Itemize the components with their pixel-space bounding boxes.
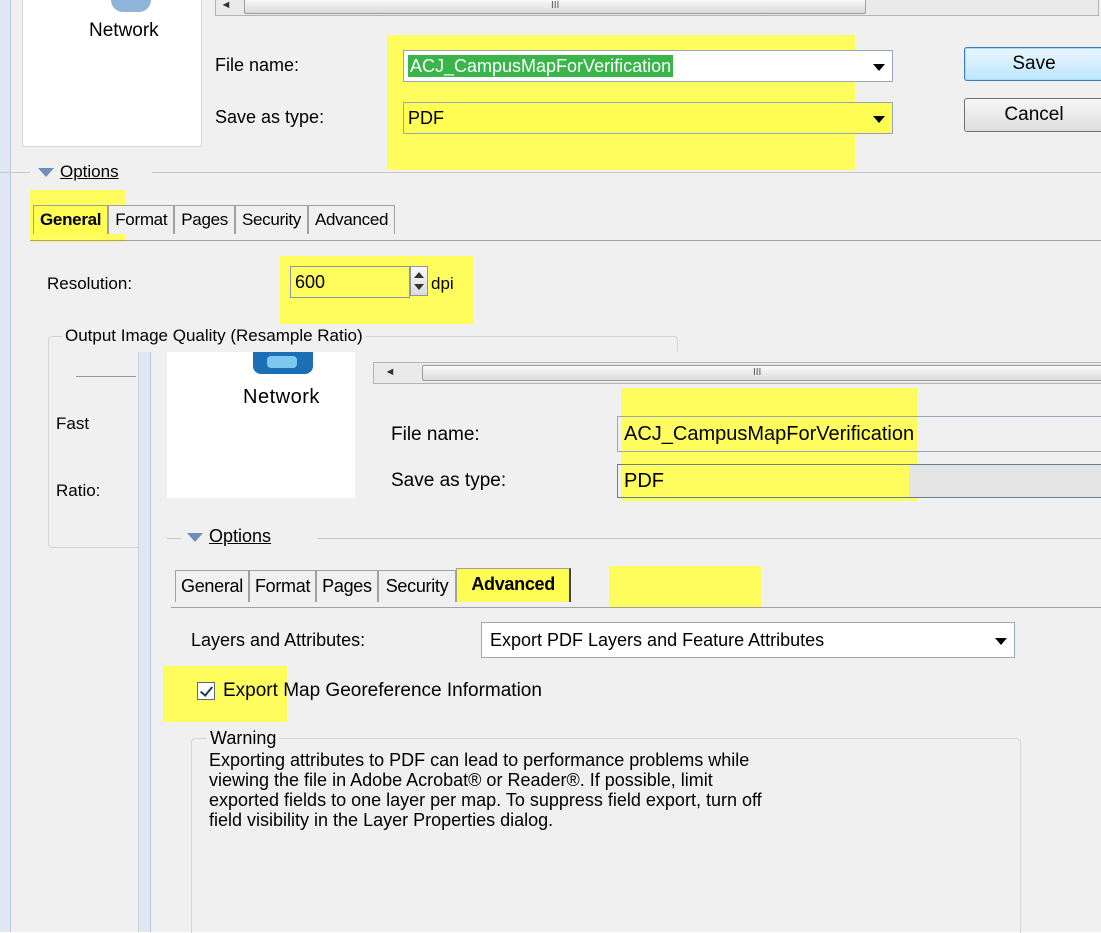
save-as-type-label: Save as type: xyxy=(391,470,507,491)
options-tabs: General Format Pages Security Advanced xyxy=(33,205,396,234)
horizontal-scrollbar[interactable]: ◄ III xyxy=(373,362,1101,384)
left-border xyxy=(139,352,151,932)
spin-up-icon[interactable] xyxy=(414,272,424,278)
resolution-value: 600 xyxy=(295,272,326,292)
tab-general[interactable]: General xyxy=(175,570,249,602)
scroll-grip: III xyxy=(551,0,560,11)
network-icon xyxy=(111,0,151,12)
georef-label: Export Map Georeference Information xyxy=(223,680,542,701)
options-divider xyxy=(317,538,1101,539)
save-as-type-select[interactable]: PDF xyxy=(403,102,893,134)
collapse-triangle-icon xyxy=(187,532,203,542)
scroll-left-icon[interactable]: ◄ xyxy=(218,0,234,12)
resolution-input[interactable]: 600 xyxy=(290,266,410,298)
options-divider-left xyxy=(167,538,181,539)
file-name-label: File name: xyxy=(391,424,480,445)
left-border xyxy=(0,0,11,932)
layers-attributes-select[interactable]: Export PDF Layers and Feature Attributes xyxy=(481,622,1015,658)
collapse-triangle-icon xyxy=(38,168,54,178)
tab-format[interactable]: Format xyxy=(248,570,317,602)
options-toggle[interactable]: Options xyxy=(183,526,271,547)
warning-title: Warning xyxy=(207,728,280,749)
scroll-thumb[interactable]: III xyxy=(422,365,1101,381)
options-divider xyxy=(152,172,1101,173)
tab-pages[interactable]: Pages xyxy=(316,570,378,602)
tab-pages[interactable]: Pages xyxy=(174,205,235,234)
ratio-label: Ratio: xyxy=(56,481,101,500)
options-toggle[interactable]: Options xyxy=(34,162,119,182)
file-name-value: ACJ_CampusMapForVerification xyxy=(624,423,915,445)
file-name-label: File name: xyxy=(215,55,300,75)
tab-panel-border xyxy=(171,607,1101,608)
options-label: Options xyxy=(60,162,119,181)
navigation-pane[interactable]: Network xyxy=(167,352,355,498)
options-label: Options xyxy=(209,526,272,546)
navigation-pane[interactable]: Network xyxy=(22,0,202,147)
highlight-advanced-tab xyxy=(609,566,761,608)
output-quality-title: Output Image Quality (Resample Ratio) xyxy=(62,326,366,346)
file-name-input[interactable]: ACJ_CampusMapForVerification xyxy=(617,416,1101,452)
nav-item-network[interactable]: Network xyxy=(89,20,159,42)
warning-text: Exporting attributes to PDF can lead to … xyxy=(209,750,762,830)
scroll-thumb[interactable]: III xyxy=(244,0,866,14)
chevron-down-icon[interactable] xyxy=(992,625,1008,655)
options-divider-left xyxy=(0,172,30,173)
save-as-type-label: Save as type: xyxy=(215,107,325,127)
file-name-input[interactable]: ACJ_CampusMapForVerification xyxy=(403,50,893,82)
tab-advanced[interactable]: Advanced xyxy=(456,568,571,602)
scroll-left-icon[interactable]: ◄ xyxy=(382,365,398,379)
front-export-dialog: Network ◄ III File name: ACJ_CampusMapFo… xyxy=(138,352,1101,933)
resolution-label: Resolution: xyxy=(47,274,133,293)
cancel-button[interactable]: Cancel xyxy=(964,98,1101,132)
tab-format[interactable]: Format xyxy=(108,205,175,234)
nav-item-network[interactable]: Network xyxy=(243,386,320,409)
chevron-down-icon[interactable] xyxy=(870,103,886,133)
save-button[interactable]: Save xyxy=(964,47,1101,81)
horizontal-scrollbar[interactable]: ◄ III xyxy=(215,0,1099,16)
spin-down-icon[interactable] xyxy=(414,284,424,290)
resolution-spinner[interactable] xyxy=(410,266,428,296)
layers-attributes-value: Export PDF Layers and Feature Attributes xyxy=(490,630,825,650)
file-name-selected-text: ACJ_CampusMapForVerification xyxy=(408,55,674,77)
chevron-down-icon[interactable] xyxy=(870,51,886,81)
options-tabs: General Format Pages Security Advanced xyxy=(175,568,571,602)
tab-security[interactable]: Security xyxy=(234,205,308,234)
layers-attributes-label: Layers and Attributes: xyxy=(191,630,366,650)
tab-general[interactable]: General xyxy=(33,205,109,234)
network-computer-icon xyxy=(253,352,313,374)
scroll-grip: III xyxy=(753,367,762,378)
quality-slider-track[interactable] xyxy=(76,376,136,377)
resolution-unit: dpi xyxy=(431,274,454,293)
save-as-type-value: PDF xyxy=(408,108,444,128)
georef-checkbox[interactable] xyxy=(197,682,215,700)
save-as-type-select[interactable]: PDF xyxy=(617,464,1101,498)
tab-panel-border xyxy=(30,240,1101,241)
fast-label: Fast xyxy=(56,414,90,433)
save-as-type-value: PDF xyxy=(624,470,664,492)
tab-security[interactable]: Security xyxy=(377,570,457,602)
tab-advanced[interactable]: Advanced xyxy=(307,205,396,234)
